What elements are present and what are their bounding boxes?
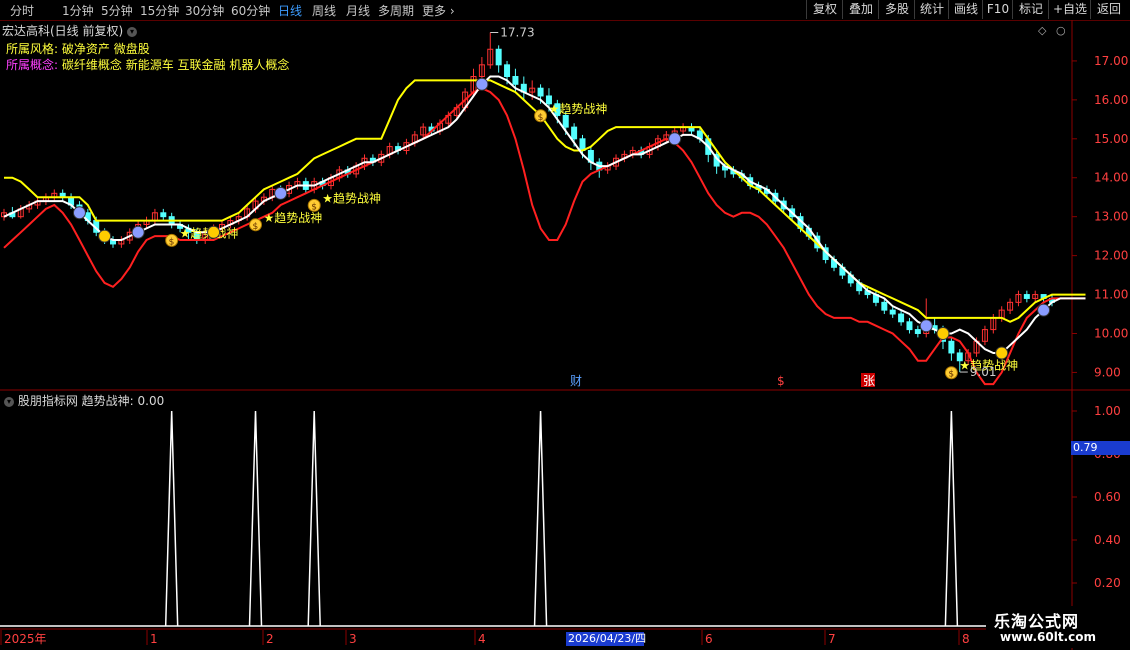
candle-body — [1023, 294, 1030, 299]
indicator-spike — [533, 410, 548, 627]
indicator-spike — [248, 410, 263, 627]
candle-body — [948, 340, 955, 354]
candle-body — [160, 212, 167, 218]
indicator-spike — [944, 410, 959, 627]
cursor-date-label: 2026/04/23/四 — [566, 632, 647, 646]
candle-body — [914, 329, 921, 334]
stock-title: 宏达高科(日线 前复权) ▾ — [2, 22, 138, 39]
event-marker: 财 — [570, 374, 582, 388]
money-bag-symbol: $ — [169, 237, 175, 247]
face-marker-icon — [475, 77, 489, 91]
low-label: 9.01 — [970, 365, 997, 379]
face-marker-icon — [995, 346, 1009, 360]
money-bag-symbol: $ — [538, 113, 544, 123]
price-tick-label: 12.00 — [1094, 249, 1128, 263]
event-marker: $ — [777, 374, 785, 388]
candle-body — [571, 126, 578, 140]
settings-icon[interactable]: ○ — [1056, 24, 1066, 37]
indicator-tick-label: 0.60 — [1094, 490, 1121, 504]
stock-title-text: 宏达高科(日线 前复权) — [2, 24, 124, 38]
price-tick-label: 11.00 — [1094, 288, 1128, 302]
indicator-tick-label: 1.00 — [1094, 404, 1121, 418]
signal-label: ★趋势战神 — [322, 191, 381, 205]
date-tick-label: 1 — [150, 632, 158, 646]
face-marker-icon — [1037, 303, 1051, 317]
face-marker-icon — [274, 186, 288, 200]
signal-label: ★趋势战神 — [549, 102, 608, 116]
face-marker-icon — [72, 206, 86, 220]
candle-body — [889, 309, 896, 315]
indicator-tick-label: 0.20 — [1094, 576, 1121, 590]
kline-chart[interactable]: 17.0016.0015.0014.0013.0012.0011.0010.00… — [0, 0, 1130, 650]
indicator-spike — [307, 410, 321, 627]
face-marker-icon — [131, 225, 145, 239]
diamond-icon[interactable]: ◇ — [1038, 24, 1046, 37]
candle-body — [537, 87, 544, 97]
price-tick-label: 14.00 — [1094, 171, 1128, 185]
style-line: 所属风格: 破净资产 微盘股 — [6, 40, 150, 57]
concept-label: 所属概念: — [6, 58, 59, 72]
candle-body — [562, 114, 569, 128]
indicator-tick-label: 0.40 — [1094, 533, 1121, 547]
indicator-spike — [164, 410, 179, 627]
style-value: 破净资产 微盘股 — [61, 42, 150, 56]
date-tick-label: 8 — [962, 632, 970, 646]
price-tick-label: 10.00 — [1094, 326, 1128, 340]
chart-corner-icons: ◇ ○ — [1038, 24, 1066, 37]
money-bag-symbol: $ — [311, 202, 317, 212]
face-marker-icon — [98, 229, 112, 243]
face-marker-icon — [919, 319, 933, 333]
date-tick-label: 3 — [349, 632, 357, 646]
watermark-url: www.60lt.com — [1000, 630, 1097, 644]
face-marker-icon — [207, 225, 221, 239]
candle-body — [512, 76, 519, 85]
watermark-title: 乐淘公式网 — [994, 612, 1080, 631]
date-tick-label: 2025年 — [4, 632, 47, 646]
candle-body — [898, 313, 905, 323]
indicator-title: ▾ 股朋指标网 趋势战神: 0.00 — [4, 392, 164, 409]
candle-body — [906, 321, 913, 331]
date-tick-label: 6 — [705, 632, 713, 646]
high-label: 17.73 — [500, 26, 534, 40]
date-tick-label: 7 — [828, 632, 836, 646]
price-tick-label: 16.00 — [1094, 93, 1128, 107]
chevron-down-icon[interactable]: ▾ — [127, 26, 138, 37]
chevron-down-icon[interactable]: ▾ — [4, 396, 14, 407]
date-tick-label: 4 — [478, 632, 486, 646]
money-bag-symbol: $ — [948, 370, 954, 380]
price-tick-label: 13.00 — [1094, 210, 1128, 224]
indicator-title-text: 股朋指标网 趋势战神: 0.00 — [17, 394, 165, 408]
candle-body — [495, 48, 502, 66]
money-bag-symbol: $ — [253, 222, 259, 232]
watermark: 乐淘公式网 www.60lt.com — [986, 606, 1128, 648]
concept-line: 所属概念: 碳纤维概念 新能源车 互联金融 机器人概念 — [6, 56, 289, 73]
candle-body — [504, 64, 511, 78]
concept-value: 碳纤维概念 新能源车 互联金融 机器人概念 — [61, 58, 290, 72]
signal-label: ★趋势战神 — [264, 211, 323, 225]
hover-value-label: 0.79 — [1071, 441, 1130, 455]
price-tick-label: 9.00 — [1094, 365, 1121, 379]
red-support-line — [3, 87, 1086, 386]
date-tick-label: 2 — [266, 632, 274, 646]
price-tick-label: 15.00 — [1094, 132, 1128, 146]
face-marker-icon — [936, 326, 950, 340]
event-marker: 张 — [863, 374, 875, 388]
face-marker-icon — [668, 132, 682, 146]
candle-body — [881, 301, 888, 311]
price-tick-label: 17.00 — [1094, 54, 1128, 68]
style-label: 所属风格: — [6, 42, 59, 56]
